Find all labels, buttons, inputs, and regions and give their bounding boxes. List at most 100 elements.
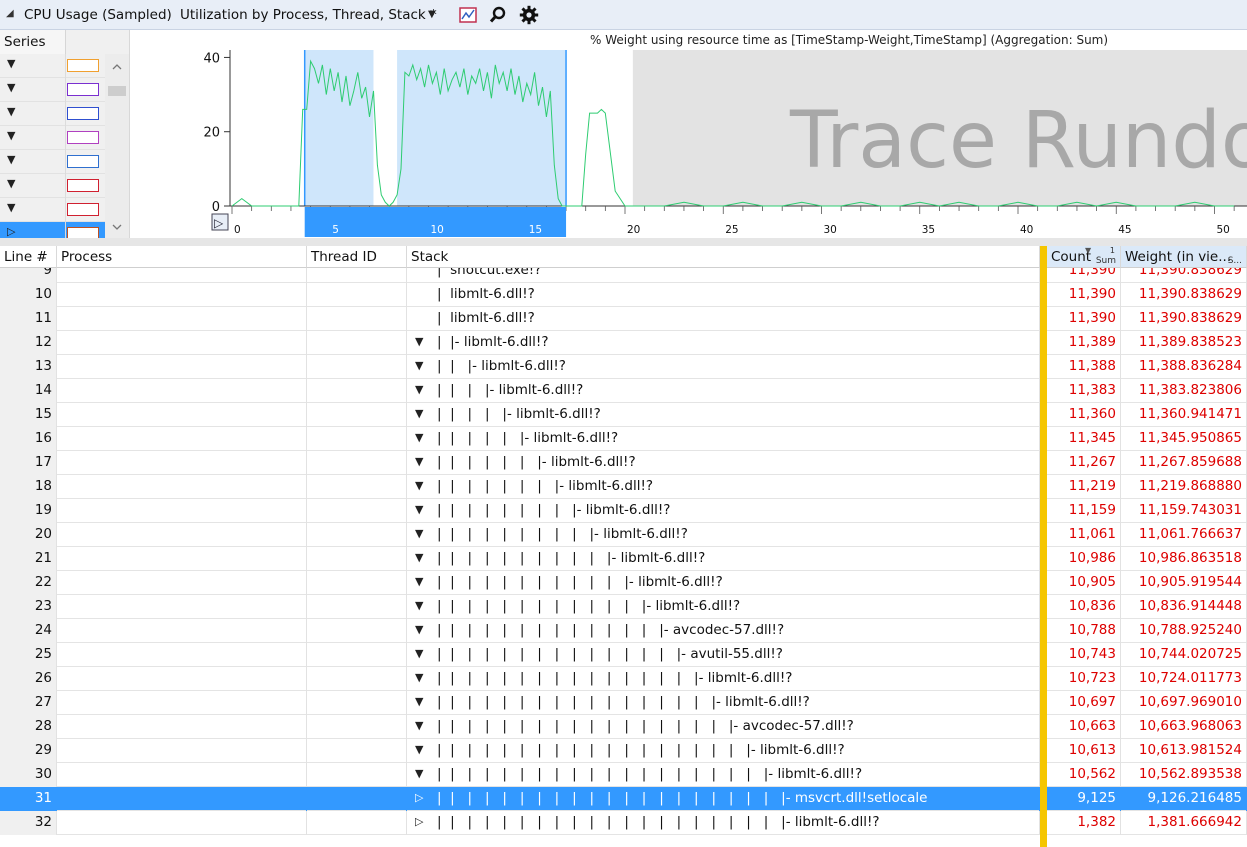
series-color-swatch[interactable] — [67, 131, 99, 144]
cell-count: 11,390 — [1047, 268, 1121, 283]
col-header-weight[interactable]: Weight (in vie... S... — [1121, 246, 1247, 268]
expand-toggle-icon[interactable]: ▼ — [415, 503, 423, 516]
expand-toggle-icon[interactable]: ▼ — [415, 359, 423, 372]
expand-toggle-icon[interactable]: ▼ — [415, 743, 423, 756]
gear-icon[interactable] — [519, 5, 539, 25]
table-row[interactable]: 30 ▼ | | | | | | | | | | | | | | | | | | |… — [0, 763, 1247, 787]
preset-selector[interactable]: Utilization by Process, Thread, Stack * — [180, 7, 437, 23]
graph-title: CPU Usage (Sampled) — [24, 7, 172, 23]
series-color-swatch[interactable] — [67, 203, 99, 216]
expand-toggle-icon[interactable]: ▼ — [415, 767, 423, 780]
col-header-count[interactable]: Count ▼ 1 Sum — [1047, 246, 1121, 268]
series-row[interactable]: ▼ — [0, 150, 105, 174]
pane-splitter[interactable] — [0, 238, 1247, 246]
series-row[interactable]: ▼ — [0, 174, 105, 198]
selection-region[interactable] — [304, 50, 567, 206]
series-color-swatch[interactable] — [67, 179, 99, 192]
table-row[interactable]: 15 ▼ | | | | |- libmlt-6.dll!? 11,360 11,360… — [0, 403, 1247, 427]
expand-toggle-icon[interactable]: ▼ — [415, 527, 423, 540]
series-color-swatch[interactable] — [67, 155, 99, 168]
col-header-line[interactable]: Line # — [0, 246, 57, 268]
expand-toggle-icon[interactable]: ▼ — [415, 431, 423, 444]
series-color-swatch[interactable] — [67, 107, 99, 120]
expand-toggle-icon[interactable]: ▼ — [415, 407, 423, 420]
expand-toggle-icon[interactable]: ▼ — [415, 575, 423, 588]
table-row[interactable]: 27 ▼ | | | | | | | | | | | | | | | | |- li… — [0, 691, 1247, 715]
column-divider-bar[interactable] — [1040, 246, 1047, 847]
table-row[interactable]: 22 ▼ | | | | | | | | | | | |- libmlt-6.dll… — [0, 571, 1247, 595]
series-row[interactable]: ▼ — [0, 54, 105, 78]
expand-toggle-icon[interactable]: ▷ — [415, 815, 423, 828]
series-scrollbar[interactable] — [105, 54, 129, 238]
table-row[interactable]: 26 ▼ | | | | | | | | | | | | | | | |- libm… — [0, 667, 1247, 691]
collapse-arrow-icon[interactable]: ▼ — [7, 81, 15, 94]
cell-process — [57, 691, 307, 715]
table-row[interactable]: 11 | libmlt-6.dll!? 11,390 11,390.838629 — [0, 307, 1247, 331]
cell-process — [57, 355, 307, 379]
series-row[interactable]: ▼ — [0, 78, 105, 102]
table-row[interactable]: 20 ▼ | | | | | | | | | |- libmlt-6.dll!? 11… — [0, 523, 1247, 547]
count-aggregation-label: Sum — [1095, 256, 1116, 266]
table-row[interactable]: 10 | libmlt-6.dll!? 11,390 11,390.838629 — [0, 283, 1247, 307]
table-row[interactable]: 28 ▼ | | | | | | | | | | | | | | | | | |- … — [0, 715, 1247, 739]
cell-line-number: 31 — [0, 787, 57, 811]
expand-toggle-icon[interactable]: ▼ — [415, 479, 423, 492]
expand-toggle-icon[interactable]: ▼ — [415, 671, 423, 684]
table-row[interactable]: 29 ▼ | | | | | | | | | | | | | | | | | | |… — [0, 739, 1247, 763]
table-row[interactable]: 18 ▼ | | | | | | | |- libmlt-6.dll!? 11,219… — [0, 475, 1247, 499]
collapse-arrow-icon[interactable]: ▼ — [7, 177, 15, 190]
cell-thread-id — [307, 283, 407, 307]
table-row[interactable]: 14 ▼ | | | |- libmlt-6.dll!? 11,383 11,383.8… — [0, 379, 1247, 403]
chart-icon[interactable] — [458, 5, 478, 25]
stack-frame: | | | | | |- libmlt-6.dll!? — [437, 430, 619, 446]
series-color-swatch[interactable] — [67, 83, 99, 96]
table-row[interactable]: 13 ▼ | | |- libmlt-6.dll!? 11,388 11,388.836… — [0, 355, 1247, 379]
cell-process — [57, 403, 307, 427]
table-row[interactable]: 24 ▼ | | | | | | | | | | | | | |- avcodec-… — [0, 619, 1247, 643]
x-tick-label: 30 — [824, 224, 837, 236]
cell-thread-id — [307, 331, 407, 355]
chart-canvas[interactable]: Trace Rundo 40 20 0 0 5 10 15 20 25 30 35 40 45 50 ▷ — [130, 30, 1247, 238]
expand-toggle-icon[interactable]: ▼ — [415, 455, 423, 468]
collapse-triangle-icon[interactable]: ◢ — [6, 8, 14, 19]
collapse-arrow-icon[interactable]: ▼ — [7, 153, 15, 166]
expand-toggle-icon[interactable]: ▼ — [415, 623, 423, 636]
col-header-thread-id[interactable]: Thread ID — [307, 246, 407, 268]
series-color-swatch[interactable] — [67, 59, 99, 72]
series-row[interactable]: ▼ — [0, 126, 105, 150]
table-row[interactable]: 21 ▼ | | | | | | | | | | |- libmlt-6.dll!?… — [0, 547, 1247, 571]
table-row[interactable]: 12 ▼ | |- libmlt-6.dll!? 11,389 11,389.83852… — [0, 331, 1247, 355]
expand-toggle-icon[interactable]: ▼ — [415, 599, 423, 612]
series-row[interactable]: ▼ — [0, 198, 105, 222]
expand-toggle-icon[interactable]: ▼ — [415, 383, 423, 396]
expand-toggle-icon[interactable]: ▼ — [415, 551, 423, 564]
table-row[interactable]: 23 ▼ | | | | | | | | | | | | |- libmlt-6.d… — [0, 595, 1247, 619]
expand-toggle-icon[interactable]: ▼ — [415, 335, 423, 348]
cpu-usage-chart[interactable]: % Weight using resource time as [TimeSta… — [130, 30, 1247, 238]
expand-arrow-icon[interactable]: ▷ — [7, 225, 15, 238]
table-row[interactable]: 31 ▷ | | | | | | | | | | | | | | | | | | |… — [0, 787, 1247, 811]
cell-thread-id — [307, 715, 407, 739]
expand-toggle-icon[interactable]: ▼ — [415, 719, 423, 732]
expand-toggle-icon[interactable]: ▼ — [415, 695, 423, 708]
table-row[interactable]: 9 | shotcut.exe!? 11,390 11,390.838629 — [0, 268, 1247, 283]
expand-toggle-icon[interactable]: ▼ — [415, 647, 423, 660]
cell-count: 11,390 — [1047, 283, 1121, 307]
cell-weight: 11,390.838629 — [1121, 283, 1247, 307]
table-row[interactable]: 16 ▼ | | | | | |- libmlt-6.dll!? 11,345 11,3… — [0, 427, 1247, 451]
col-header-process[interactable]: Process — [57, 246, 307, 268]
table-row[interactable]: 32 ▷ | | | | | | | | | | | | | | | | | | |… — [0, 811, 1247, 835]
collapse-arrow-icon[interactable]: ▼ — [7, 57, 15, 70]
collapse-arrow-icon[interactable]: ▼ — [7, 105, 15, 118]
collapse-arrow-icon[interactable]: ▼ — [7, 129, 15, 142]
collapse-arrow-icon[interactable]: ▼ — [7, 201, 15, 214]
cell-weight: 10,663.968063 — [1121, 715, 1247, 739]
col-header-stack[interactable]: Stack — [407, 246, 1040, 268]
dropdown-arrow-icon[interactable]: ▼ — [428, 9, 436, 20]
table-row[interactable]: 17 ▼ | | | | | | |- libmlt-6.dll!? 11,267 11… — [0, 451, 1247, 475]
table-row[interactable]: 19 ▼ | | | | | | | | |- libmlt-6.dll!? 11,1… — [0, 499, 1247, 523]
series-row[interactable]: ▼ — [0, 102, 105, 126]
search-icon[interactable] — [488, 5, 508, 25]
expand-toggle-icon[interactable]: ▷ — [415, 791, 423, 804]
table-row[interactable]: 25 ▼ | | | | | | | | | | | | | | |- avutil… — [0, 643, 1247, 667]
